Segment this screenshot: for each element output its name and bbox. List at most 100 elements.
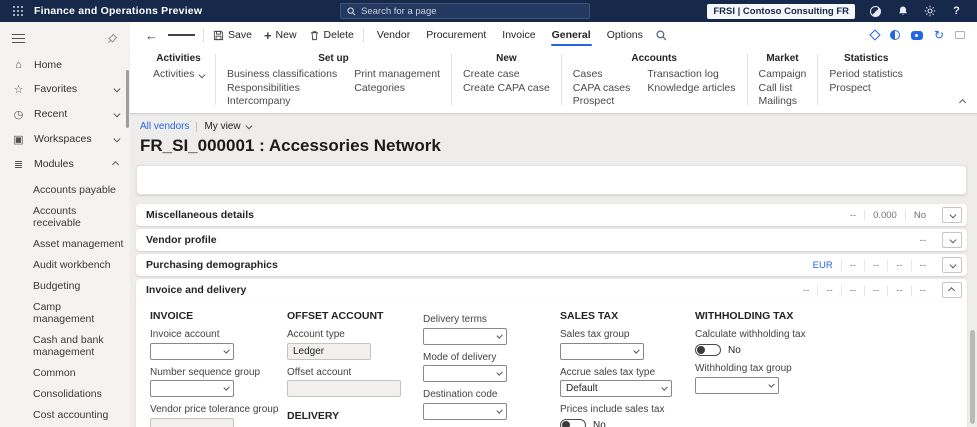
- sales-tax-group-input[interactable]: [566, 345, 634, 357]
- app-title[interactable]: Finance and Operations Preview: [34, 5, 202, 17]
- tab-vendor[interactable]: Vendor: [369, 23, 418, 47]
- sidebar-item-favorites[interactable]: ☆ Favorites: [0, 77, 130, 102]
- module-item[interactable]: Cost accounting: [33, 405, 124, 426]
- delivery-terms-input[interactable]: [429, 330, 497, 342]
- module-item[interactable]: Asset management: [33, 234, 124, 255]
- menu-item-cases[interactable]: Cases: [573, 68, 631, 82]
- view-selector[interactable]: My view: [204, 121, 252, 132]
- menu-item-prospect-statistics[interactable]: Prospect: [829, 82, 903, 96]
- menu-item-call-list[interactable]: Call list: [759, 82, 807, 96]
- delete-button[interactable]: Delete: [303, 29, 360, 41]
- menu-item-mailings[interactable]: Mailings: [759, 95, 807, 109]
- menu-item-print-management[interactable]: Print management: [354, 68, 440, 82]
- accrue-sales-tax-type-combobox[interactable]: [560, 380, 672, 397]
- invoice-account-input[interactable]: [156, 345, 224, 357]
- sidebar-item-modules[interactable]: ≣ Modules: [0, 152, 130, 177]
- number-sequence-group-input[interactable]: [156, 383, 224, 394]
- module-item[interactable]: Consolidations: [33, 384, 124, 405]
- list-icon[interactable]: [163, 32, 200, 37]
- invoice-account-combobox[interactable]: [150, 342, 234, 360]
- delivery-terms-combobox[interactable]: [423, 327, 507, 345]
- help-icon[interactable]: ?: [950, 5, 963, 18]
- menu-item-knowledge-articles[interactable]: Knowledge articles: [647, 82, 735, 96]
- section-summary-value: --: [803, 284, 810, 296]
- sidebar-item-recent[interactable]: ◷ Recent: [0, 102, 130, 127]
- withholding-tax-group-input[interactable]: [701, 379, 769, 391]
- activities-menu-button[interactable]: Activities: [153, 68, 206, 82]
- menu-item-period-statistics[interactable]: Period statistics: [829, 68, 903, 82]
- copilot-chat-icon[interactable]: [910, 30, 923, 40]
- expand-section-button[interactable]: [942, 257, 962, 273]
- module-item[interactable]: Cash and bank management: [33, 330, 124, 363]
- waffle-icon[interactable]: [13, 6, 23, 16]
- number-sequence-group-combobox[interactable]: [150, 380, 234, 397]
- ribbon-group-title: Accounts: [631, 53, 677, 64]
- mode-of-delivery-combobox[interactable]: [423, 365, 507, 382]
- expand-section-button[interactable]: [942, 207, 962, 223]
- diamond-icon[interactable]: [869, 29, 881, 41]
- module-item[interactable]: Audit workbench: [33, 255, 124, 276]
- module-item[interactable]: Accounts receivable: [33, 201, 124, 234]
- sidebar-item-home[interactable]: ⌂ Home: [0, 53, 130, 77]
- menu-item-create-capa-case[interactable]: Create CAPA case: [463, 82, 550, 96]
- destination-code-input[interactable]: [429, 405, 497, 417]
- collapse-ribbon-button[interactable]: [958, 91, 966, 109]
- module-item[interactable]: Accounts payable: [33, 180, 124, 201]
- ribbon-group-new: New Create case Create CAPA case: [452, 53, 561, 113]
- module-item[interactable]: Budgeting: [33, 276, 124, 297]
- field-label: Accrue sales tax type: [560, 366, 656, 378]
- new-button[interactable]: + New: [258, 28, 303, 43]
- menu-item-create-case[interactable]: Create case: [463, 68, 550, 82]
- tab-general[interactable]: General: [544, 23, 599, 47]
- section-summary-value: --: [864, 259, 887, 271]
- menu-item-prospect[interactable]: Prospect: [573, 95, 631, 109]
- mode-of-delivery-input[interactable]: [429, 368, 497, 379]
- all-vendors-link[interactable]: All vendors: [140, 121, 189, 132]
- section-invoice-and-delivery-header[interactable]: Invoice and delivery -- -- -- -- -- --: [136, 279, 967, 301]
- chevron-down-icon: [496, 332, 503, 339]
- withholding-tax-group-combobox[interactable]: [695, 376, 779, 394]
- find-icon[interactable]: [651, 29, 672, 41]
- menu-item-responsibilities[interactable]: Responsibilities: [227, 82, 337, 96]
- tab-invoice[interactable]: Invoice: [494, 23, 543, 47]
- calculate-withholding-tax-toggle[interactable]: [695, 344, 721, 356]
- expand-section-button[interactable]: [942, 232, 962, 248]
- destination-code-combobox[interactable]: [423, 402, 507, 420]
- menu-item-transaction-log[interactable]: Transaction log: [647, 68, 735, 82]
- save-button[interactable]: Save: [207, 29, 258, 41]
- sidebar-scrollbar[interactable]: [126, 70, 129, 128]
- field-label: Offset account: [287, 366, 352, 378]
- sales-tax-group-combobox[interactable]: [560, 342, 644, 360]
- tab-procurement[interactable]: Procurement: [418, 23, 494, 47]
- menu-item-categories[interactable]: Categories: [354, 82, 440, 96]
- pin-icon[interactable]: [107, 33, 118, 44]
- section-miscellaneous-details[interactable]: Miscellaneous details -- 0.000 No: [136, 204, 967, 226]
- contrast-icon[interactable]: [889, 30, 900, 40]
- section-vendor-profile[interactable]: Vendor profile --: [136, 229, 967, 251]
- add-icon: +: [263, 27, 272, 43]
- page-title: FR_SI_000001 : Accessories Network: [140, 136, 441, 155]
- back-button[interactable]: ←: [140, 28, 163, 43]
- refresh-icon[interactable]: ↻: [934, 29, 944, 41]
- module-item[interactable]: Common: [33, 363, 124, 384]
- menu-item-business-classifications[interactable]: Business classifications: [227, 68, 337, 82]
- main-scrollbar[interactable]: [970, 330, 975, 424]
- global-search-input[interactable]: Search for a page: [340, 3, 590, 19]
- account-icon[interactable]: [869, 5, 882, 18]
- tab-options[interactable]: Options: [599, 23, 651, 47]
- section-purchasing-demographics[interactable]: Purchasing demographics EUR -- -- -- --: [136, 254, 967, 276]
- menu-item-intercompany[interactable]: Intercompany: [227, 95, 337, 109]
- menu-item-campaign[interactable]: Campaign: [759, 68, 807, 82]
- hamburger-menu-icon[interactable]: [12, 31, 25, 46]
- prices-include-sales-tax-toggle[interactable]: [560, 419, 586, 427]
- open-in-new-window-icon[interactable]: [955, 31, 965, 39]
- accrue-sales-tax-type-input[interactable]: [566, 383, 662, 394]
- environment-badge[interactable]: FRSI | Contoso Consulting FR: [707, 3, 855, 19]
- notifications-icon[interactable]: [896, 5, 909, 18]
- collapse-section-button[interactable]: [942, 282, 962, 298]
- module-item[interactable]: Camp management: [33, 297, 124, 330]
- sidebar-item-workspaces[interactable]: ▣ Workspaces: [0, 127, 130, 152]
- menu-item-capa-cases[interactable]: CAPA cases: [573, 82, 631, 96]
- settings-gear-icon[interactable]: [923, 5, 936, 18]
- home-icon: ⌂: [15, 58, 22, 71]
